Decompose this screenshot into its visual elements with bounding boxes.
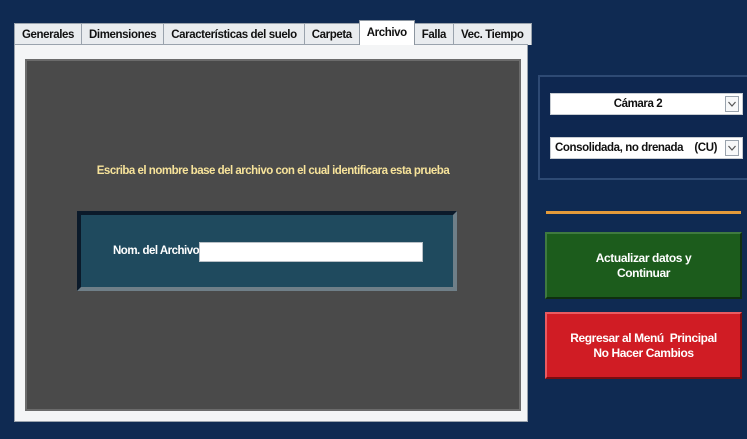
return-button-line2: No Hacer Cambios: [593, 345, 694, 360]
selector-group: Cámara 2 Consolidada, no drenada (CU): [538, 75, 747, 180]
chevron-down-icon[interactable]: [725, 96, 739, 112]
camera-select[interactable]: Cámara 2: [550, 93, 743, 115]
tab-archivo[interactable]: Archivo: [358, 20, 415, 45]
tab-strip: Generales Dimensiones Características de…: [14, 20, 532, 45]
tab-falla[interactable]: Falla: [413, 23, 455, 45]
tab-caracteristicas-suelo[interactable]: Características del suelo: [163, 23, 305, 45]
update-continue-button[interactable]: Actualizar datos y Continuar: [545, 232, 742, 299]
file-name-input[interactable]: [199, 242, 423, 262]
tab-panel-archivo: Escriba el nombre base del archivo con e…: [14, 44, 528, 422]
test-type-select-value: Consolidada, no drenada (CU): [555, 142, 718, 154]
update-button-line2: Continuar: [616, 265, 671, 280]
file-name-group: Nom. del Archivo: [77, 211, 457, 291]
tab-dimensiones[interactable]: Dimensiones: [81, 23, 165, 45]
return-menu-button[interactable]: Regresar al Menú Principal No Hacer Camb…: [545, 312, 742, 379]
update-button-line1: Actualizar datos y: [595, 250, 692, 265]
file-name-label: Nom. del Archivo: [113, 245, 200, 257]
archivo-panel: Escriba el nombre base del archivo con e…: [25, 59, 521, 411]
tab-vec-tiempo[interactable]: Vec. Tiempo: [453, 23, 532, 45]
test-type-select[interactable]: Consolidada, no drenada (CU): [550, 137, 743, 159]
tab-generales[interactable]: Generales: [14, 23, 83, 45]
app-window: Generales Dimensiones Características de…: [0, 0, 747, 439]
return-button-line1: Regresar al Menú Principal: [570, 330, 717, 345]
orange-divider: [546, 211, 741, 214]
instruction-text: Escriba el nombre base del archivo con e…: [96, 165, 450, 177]
camera-select-value: Cámara 2: [613, 98, 663, 110]
tab-carpeta[interactable]: Carpeta: [303, 23, 360, 45]
chevron-down-icon[interactable]: [725, 140, 739, 156]
